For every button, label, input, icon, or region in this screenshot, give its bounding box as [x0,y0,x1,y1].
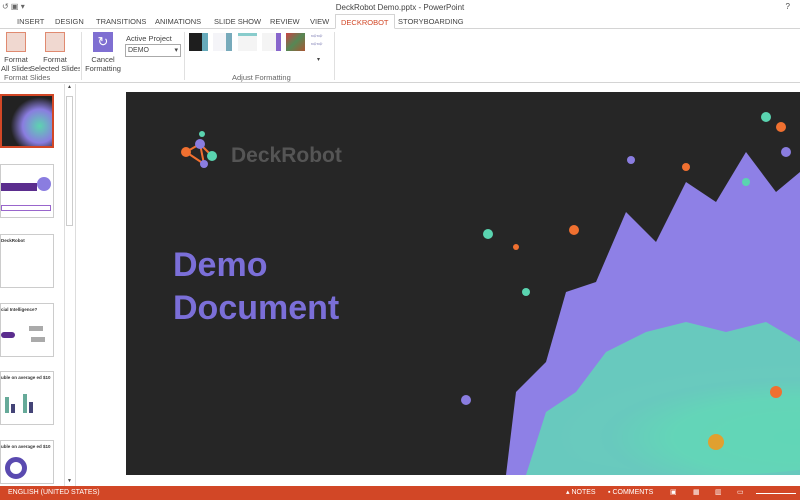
undo-icon: ↻ [93,32,113,52]
active-project-label: Active Project [126,34,172,43]
slide-thumbnail-pane: DeckRobot cial Intelligence? uble on ave… [0,84,76,486]
zoom-slider[interactable] [756,493,796,494]
slide-thumb-5[interactable]: uble on average ed $10 [0,371,54,425]
tab-storyboarding[interactable]: STORYBOARDING [398,17,464,26]
tab-view[interactable]: VIEW [310,17,329,26]
language-status[interactable]: ENGLISH (UNITED STATES) [8,489,100,497]
format-all-slides-button[interactable]: Format All Slides [1,32,31,76]
ribbon-tabs: INSERT DESIGN TRANSITIONS ANIMATIONS SLI… [0,14,800,29]
slide-title: Demo Document [173,246,340,327]
slide-thumb-2[interactable] [0,164,54,218]
tab-design[interactable]: DESIGN [55,17,84,26]
reading-view-icon[interactable]: ▥ [715,489,722,497]
comments-button[interactable]: ▪ COMMENTS [608,489,653,497]
slide-sorter-icon[interactable]: ▦ [693,489,700,497]
tab-transitions[interactable]: TRANSITIONS [96,17,146,26]
group-label-adjust: Adjust Formatting [232,73,291,82]
tab-review[interactable]: REVIEW [270,17,300,26]
format-slides-icon [6,32,26,52]
cancel-formatting-button[interactable]: ↻ Cancel Formatting [83,32,123,76]
style-thumb-5[interactable] [286,33,305,51]
slide-canvas[interactable]: DeckRobot Demo Document [126,92,800,475]
style-thumb-3[interactable] [238,33,257,51]
style-thumb-6[interactable]: ⇨⇨ ⇨⇨ [311,33,330,51]
slide-thumb-6[interactable]: uble on average ed $10 [0,440,54,484]
style-thumb-1[interactable] [189,33,208,51]
style-thumb-2[interactable] [213,33,232,51]
status-bar: ENGLISH (UNITED STATES) ▴ NOTES ▪ COMMEN… [0,486,800,500]
slide-thumb-1[interactable] [0,94,54,148]
format-selected-slides-button[interactable]: Format Selected Slides [30,32,80,76]
active-project-select[interactable]: DEMO ▾ [125,44,181,57]
deckrobot-logo-icon [178,130,222,174]
notes-button[interactable]: ▴ NOTES [566,489,596,497]
slideshow-icon[interactable]: ▭ [737,489,744,497]
window-title: DeckRobot Demo.pptx - PowerPoint [335,3,465,12]
tab-deckrobot[interactable]: DECKROBOT [335,14,395,29]
format-selected-icon [45,32,65,52]
ribbon: Format All Slides Format Selected Slides F… [0,29,800,83]
tab-insert[interactable]: INSERT [17,17,44,26]
thumbnail-scrollbar[interactable]: ▲ ▼ [64,84,74,486]
tab-animations[interactable]: ANIMATIONS [155,17,201,26]
slide-thumb-4[interactable]: cial Intelligence? [0,303,54,357]
deckrobot-logo-text: DeckRobot [231,144,342,167]
help-button[interactable]: ? [786,2,790,12]
slide-thumb-3[interactable]: DeckRobot [0,234,54,288]
gallery-more-button[interactable]: ▾ [317,57,320,64]
group-label-format-slides: Format Slides [4,73,51,82]
normal-view-icon[interactable]: ▣ [670,489,677,497]
style-thumb-4[interactable] [262,33,281,51]
tab-slide-show[interactable]: SLIDE SHOW [214,17,261,26]
title-bar: ↺ ▣ ▾ DeckRobot Demo.pptx - PowerPoint ? [0,0,800,14]
